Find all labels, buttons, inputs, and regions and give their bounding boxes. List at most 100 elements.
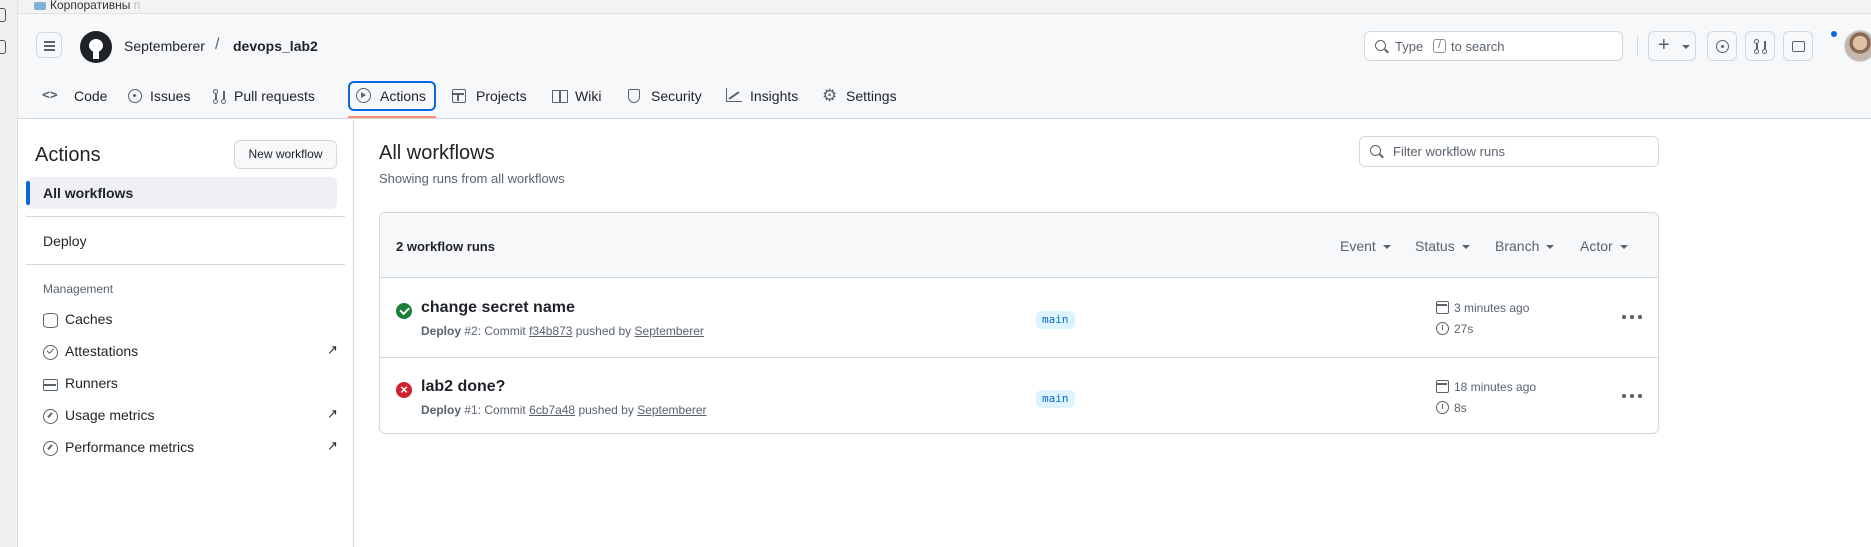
browser-side-rail	[0, 0, 18, 547]
kebab-horizontal-icon[interactable]	[1620, 386, 1644, 406]
calendar-icon	[1436, 380, 1449, 393]
run-timestamp: 18 minutes ago	[1454, 380, 1537, 394]
commit-link[interactable]: f34b873	[529, 324, 572, 338]
play-icon	[356, 88, 371, 103]
branch-label[interactable]: main	[1036, 390, 1075, 408]
actor-filter-dropdown[interactable]: Actor	[1580, 238, 1628, 254]
sidebar-item-attestations[interactable]: Attestations ↗	[43, 342, 343, 362]
run-commit-prefix: : Commit	[477, 324, 526, 338]
tab-label: Wiki	[575, 88, 602, 104]
notification-indicator	[1830, 30, 1838, 38]
inbox-icon	[1792, 41, 1805, 52]
global-search-input[interactable]: Type / to search	[1364, 31, 1623, 61]
link-external-icon: ↗	[327, 438, 338, 453]
tab-label: Projects	[476, 88, 527, 104]
tab-label: Pull requests	[234, 88, 315, 104]
run-workflow-name: Deploy	[421, 403, 462, 417]
run-title[interactable]: lab2 done?	[421, 378, 505, 396]
check-circle-icon	[43, 345, 58, 360]
filter-workflow-runs-input[interactable]: Filter workflow runs	[1359, 136, 1659, 167]
workflow-runs-header: 2 workflow runs Event Status Branch Acto…	[380, 213, 1658, 278]
sidebar-item-runners[interactable]: Runners	[43, 374, 343, 394]
bookmark-item[interactable]: Корпоративны п	[34, 0, 140, 12]
your-issues-button[interactable]	[1707, 31, 1737, 61]
rail-tab-icon[interactable]	[0, 40, 6, 54]
tab-label: Security	[651, 88, 702, 104]
new-workflow-button[interactable]: New workflow	[234, 140, 337, 169]
issue-opened-icon	[128, 89, 142, 103]
tab-label: Settings	[846, 88, 897, 104]
sidebar-item-performance-metrics[interactable]: Performance metrics ↗	[43, 438, 343, 458]
active-item-indicator	[26, 181, 30, 205]
sidebar-item-deploy[interactable]: Deploy	[43, 233, 87, 249]
branch-label[interactable]: main	[1036, 311, 1075, 329]
run-meta: Deploy #1: Commit 6cb7a48 pushed by Sept…	[421, 403, 707, 417]
workflow-run-row[interactable]: change secret name Deploy #2: Commit f34…	[380, 279, 1658, 357]
run-pushed-by: pushed by	[578, 403, 634, 417]
gear-icon: ⚙	[822, 86, 838, 105]
search-placeholder-suffix: to search	[1451, 39, 1505, 54]
code-icon: <>	[42, 88, 58, 103]
sidebar-item-caches[interactable]: Caches	[43, 310, 343, 330]
tab-label: Actions	[380, 88, 426, 104]
hamburger-icon	[44, 41, 55, 43]
event-filter-dropdown[interactable]: Event	[1340, 238, 1391, 254]
actor-link[interactable]: Septemberer	[635, 324, 704, 338]
stopwatch-icon	[1436, 401, 1449, 414]
create-new-button[interactable]: +	[1648, 31, 1696, 61]
tab-wiki[interactable]: Wiki	[552, 80, 610, 112]
search-icon	[1370, 145, 1381, 156]
tab-label: Issues	[150, 88, 191, 104]
breadcrumb-repo[interactable]: devops_lab2	[233, 38, 318, 54]
hamburger-line	[44, 45, 55, 47]
kebab-horizontal-icon[interactable]	[1620, 307, 1644, 327]
run-duration: 8s	[1454, 401, 1467, 415]
sidebar-item-label: Caches	[65, 311, 113, 327]
breadcrumb-owner[interactable]: Septemberer	[124, 38, 205, 54]
tab-pull-requests[interactable]: Pull requests	[206, 80, 326, 112]
menu-button[interactable]	[36, 32, 62, 58]
sidebar-divider	[26, 264, 345, 265]
selected-tab-indicator	[348, 116, 436, 118]
branch-filter-dropdown[interactable]: Branch	[1495, 238, 1555, 254]
sidebar-item-label: Runners	[65, 375, 118, 391]
chevron-down-icon	[1546, 245, 1555, 250]
tab-insights[interactable]: Insights	[726, 80, 806, 112]
runs-count: 2 workflow runs	[396, 239, 495, 254]
filter-label: Branch	[1495, 238, 1540, 254]
notifications-button[interactable]	[1783, 31, 1813, 61]
run-duration: 27s	[1454, 322, 1474, 336]
page-subtitle: Showing runs from all workflows	[379, 171, 565, 186]
calendar-icon	[1436, 301, 1449, 314]
sidebar-divider	[26, 216, 345, 217]
actor-link[interactable]: Septemberer	[637, 403, 706, 417]
run-title[interactable]: change secret name	[421, 299, 575, 317]
filter-label: Status	[1415, 238, 1455, 254]
tab-code[interactable]: <> Code	[36, 80, 107, 112]
chevron-down-icon	[1682, 45, 1690, 49]
sidebar-item-label: All workflows	[43, 185, 134, 201]
tab-projects[interactable]: Projects	[452, 80, 532, 112]
your-pull-requests-button[interactable]	[1745, 31, 1775, 61]
workflow-run-row[interactable]: × lab2 done? Deploy #1: Commit 6cb7a48 p…	[380, 357, 1658, 433]
run-workflow-name: Deploy	[421, 324, 462, 338]
link-external-icon: ↗	[327, 406, 338, 421]
plus-icon: +	[1658, 34, 1670, 56]
commit-link[interactable]: 6cb7a48	[529, 403, 575, 417]
stopwatch-icon	[1436, 322, 1449, 335]
rail-tab-icon[interactable]	[0, 8, 6, 22]
tab-issues[interactable]: Issues	[122, 80, 192, 112]
table-icon	[452, 89, 466, 103]
tab-actions[interactable]: Actions	[348, 81, 436, 111]
github-logo-icon[interactable]	[80, 31, 112, 63]
run-pushed-by: pushed by	[575, 324, 632, 338]
actions-sidebar: Actions New workflow All workflows Deplo…	[18, 120, 354, 547]
tab-label: Insights	[750, 88, 799, 104]
sidebar-item-usage-metrics[interactable]: Usage metrics ↗	[43, 406, 343, 426]
tab-settings[interactable]: ⚙ Settings	[822, 80, 908, 112]
workflow-runs-list: 2 workflow runs Event Status Branch Acto…	[379, 212, 1659, 434]
avatar[interactable]	[1844, 30, 1871, 62]
status-filter-dropdown[interactable]: Status	[1415, 238, 1470, 254]
header-divider	[1637, 36, 1638, 56]
tab-security[interactable]: Security	[628, 80, 708, 112]
